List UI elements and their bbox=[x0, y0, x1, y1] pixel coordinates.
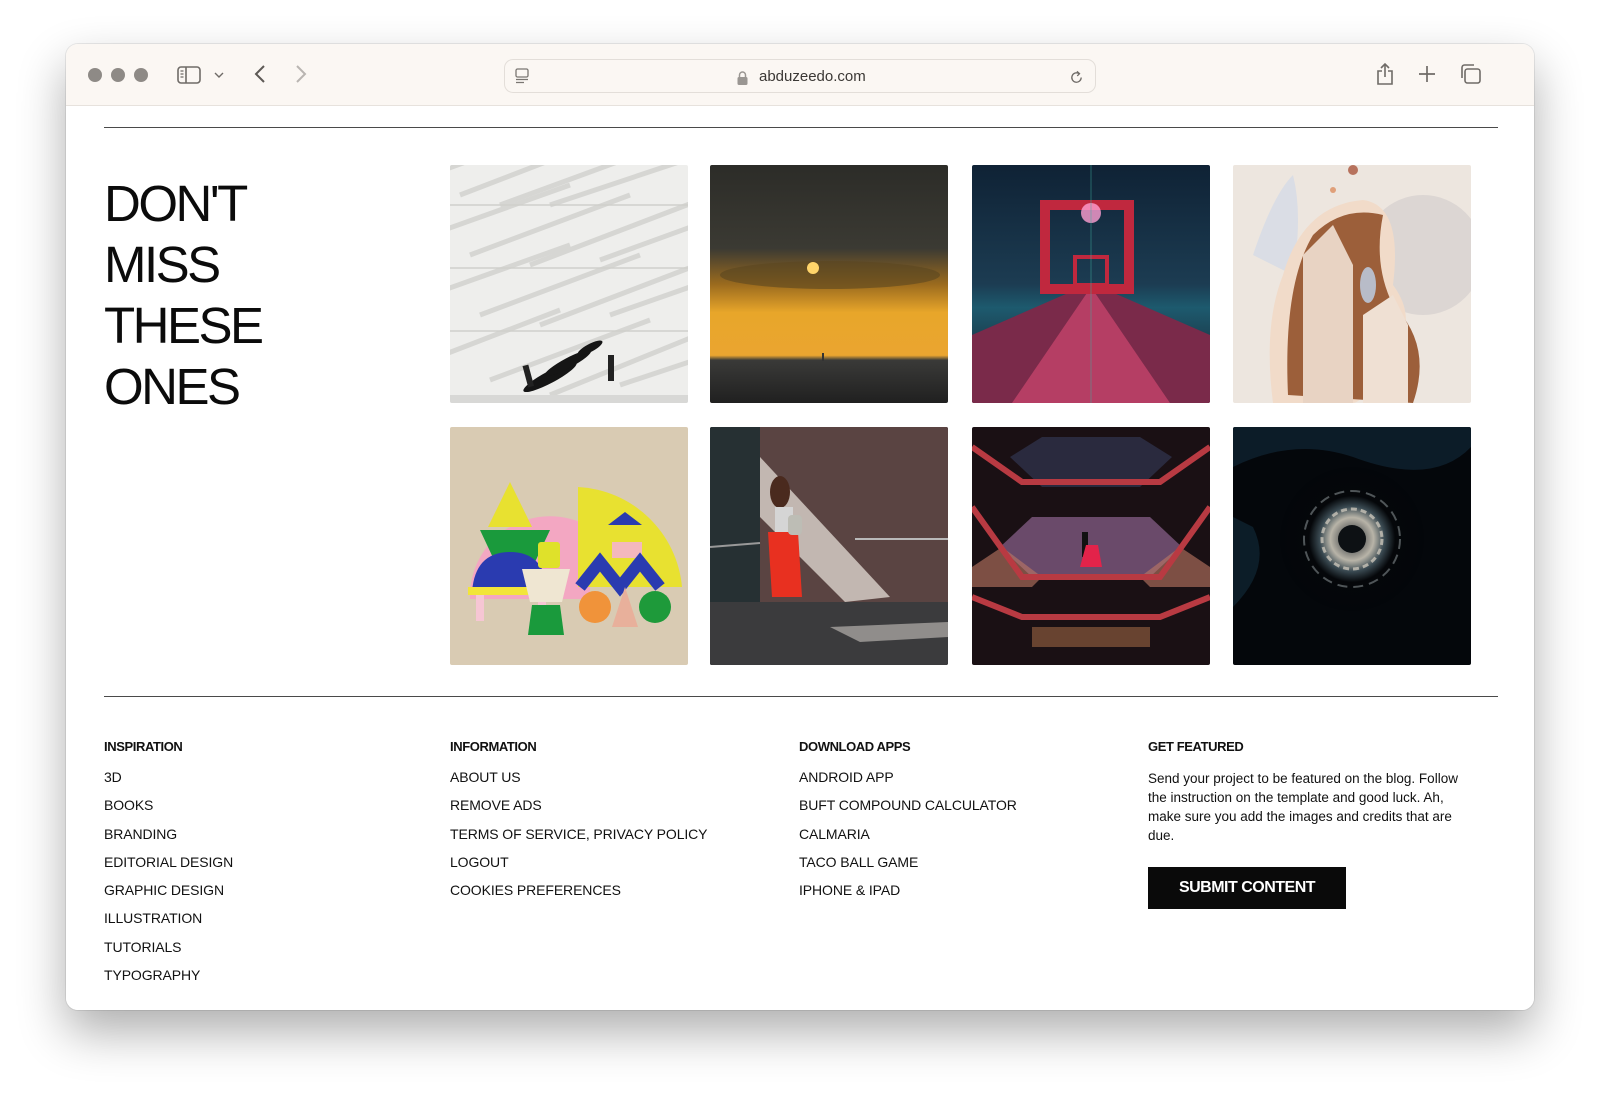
browser-window: abduzeedo.com DON'T MISS THESE ONES INSP… bbox=[66, 44, 1534, 1010]
browser-toolbar: abduzeedo.com bbox=[66, 44, 1534, 106]
minimize-dot[interactable] bbox=[111, 68, 125, 82]
chevron-down-icon[interactable] bbox=[212, 66, 226, 84]
column-title: INSPIRATION bbox=[104, 739, 183, 754]
gallery-thumb-architecture[interactable] bbox=[972, 427, 1210, 665]
gallery-thumb-facade[interactable] bbox=[450, 165, 688, 403]
url-text[interactable]: abduzeedo.com bbox=[759, 68, 866, 85]
headline-line: THESE bbox=[104, 297, 264, 354]
footer-column-information: INFORMATION ABOUT US REMOVE ADS TERMS OF… bbox=[450, 739, 708, 910]
lock-icon bbox=[735, 70, 749, 86]
get-featured-description: Send your project to be featured on the … bbox=[1148, 771, 1458, 843]
gallery-thumb-illustration[interactable] bbox=[1233, 165, 1471, 403]
footer-link[interactable]: GRAPHIC DESIGN bbox=[104, 882, 233, 910]
tabs-icon[interactable] bbox=[1458, 62, 1482, 86]
divider bbox=[104, 696, 1498, 697]
share-icon[interactable] bbox=[1374, 60, 1396, 88]
gallery-thumb-corridor[interactable] bbox=[710, 427, 948, 665]
footer-link[interactable]: ILLUSTRATION bbox=[104, 910, 233, 938]
footer-link[interactable]: COOKIES PREFERENCES bbox=[450, 882, 707, 910]
close-dot[interactable] bbox=[88, 68, 102, 82]
gallery-thumb-bridge[interactable] bbox=[972, 165, 1210, 403]
reload-icon[interactable] bbox=[1067, 68, 1085, 86]
column-title: DOWNLOAD APPS bbox=[799, 739, 911, 754]
footer-link[interactable]: BOOKS bbox=[104, 797, 233, 825]
footer-column-get-featured: GET FEATURED Send your project to be fea… bbox=[1148, 739, 1478, 845]
footer-link[interactable]: CALMARIA bbox=[799, 826, 1017, 854]
zoom-dot[interactable] bbox=[134, 68, 148, 82]
column-title: INFORMATION bbox=[450, 739, 537, 754]
footer-link[interactable]: EDITORIAL DESIGN bbox=[104, 854, 233, 882]
footer-link[interactable]: TACO BALL GAME bbox=[799, 854, 1017, 882]
address-bar[interactable]: abduzeedo.com bbox=[504, 59, 1096, 93]
gallery-thumb-still-life[interactable] bbox=[450, 427, 688, 665]
footer-link[interactable]: TERMS OF SERVICE, PRIVACY POLICY bbox=[450, 826, 708, 854]
footer-link[interactable]: TUTORIALS bbox=[104, 939, 233, 967]
chevron-left-icon[interactable] bbox=[250, 62, 270, 86]
footer-link[interactable]: ANDROID APP bbox=[799, 769, 1017, 797]
footer-link[interactable]: BUFT COMPOUND CALCULATOR bbox=[799, 797, 1017, 825]
footer-column-download-apps: DOWNLOAD APPS ANDROID APP BUFT COMPOUND … bbox=[799, 739, 1017, 910]
page-content: DON'T MISS THESE ONES INSPIRATION 3D BOO… bbox=[66, 107, 1534, 1010]
submit-content-button[interactable]: SUBMIT CONTENT bbox=[1148, 867, 1346, 909]
column-title: GET FEATURED bbox=[1148, 739, 1244, 754]
plus-icon[interactable] bbox=[1416, 62, 1438, 86]
footer-link[interactable]: TYPOGRAPHY bbox=[104, 967, 233, 995]
footer-link[interactable]: IPHONE & IPAD bbox=[799, 882, 1017, 910]
footer-link[interactable]: 3D bbox=[104, 769, 233, 797]
section-headline: DON'T MISS THESE ONES bbox=[104, 173, 264, 417]
footer-column-inspiration: INSPIRATION 3D BOOKS BRANDING EDITORIAL … bbox=[104, 739, 233, 995]
headline-line: ONES bbox=[104, 358, 241, 415]
gallery-thumb-sunset[interactable] bbox=[710, 165, 948, 403]
footer-link[interactable]: BRANDING bbox=[104, 826, 233, 854]
headline-line: MISS bbox=[104, 236, 221, 293]
footer-link[interactable]: LOGOUT bbox=[450, 854, 707, 882]
footer-link[interactable]: REMOVE ADS bbox=[450, 797, 707, 825]
chevron-right-icon[interactable] bbox=[291, 62, 311, 86]
page-menu-icon[interactable] bbox=[513, 67, 531, 85]
sidebar-icon[interactable] bbox=[176, 63, 202, 87]
headline-line: DON'T bbox=[104, 175, 248, 232]
footer-link[interactable]: ABOUT US bbox=[450, 769, 707, 797]
gallery-thumb-swirl[interactable] bbox=[1233, 427, 1471, 665]
divider bbox=[104, 127, 1498, 128]
